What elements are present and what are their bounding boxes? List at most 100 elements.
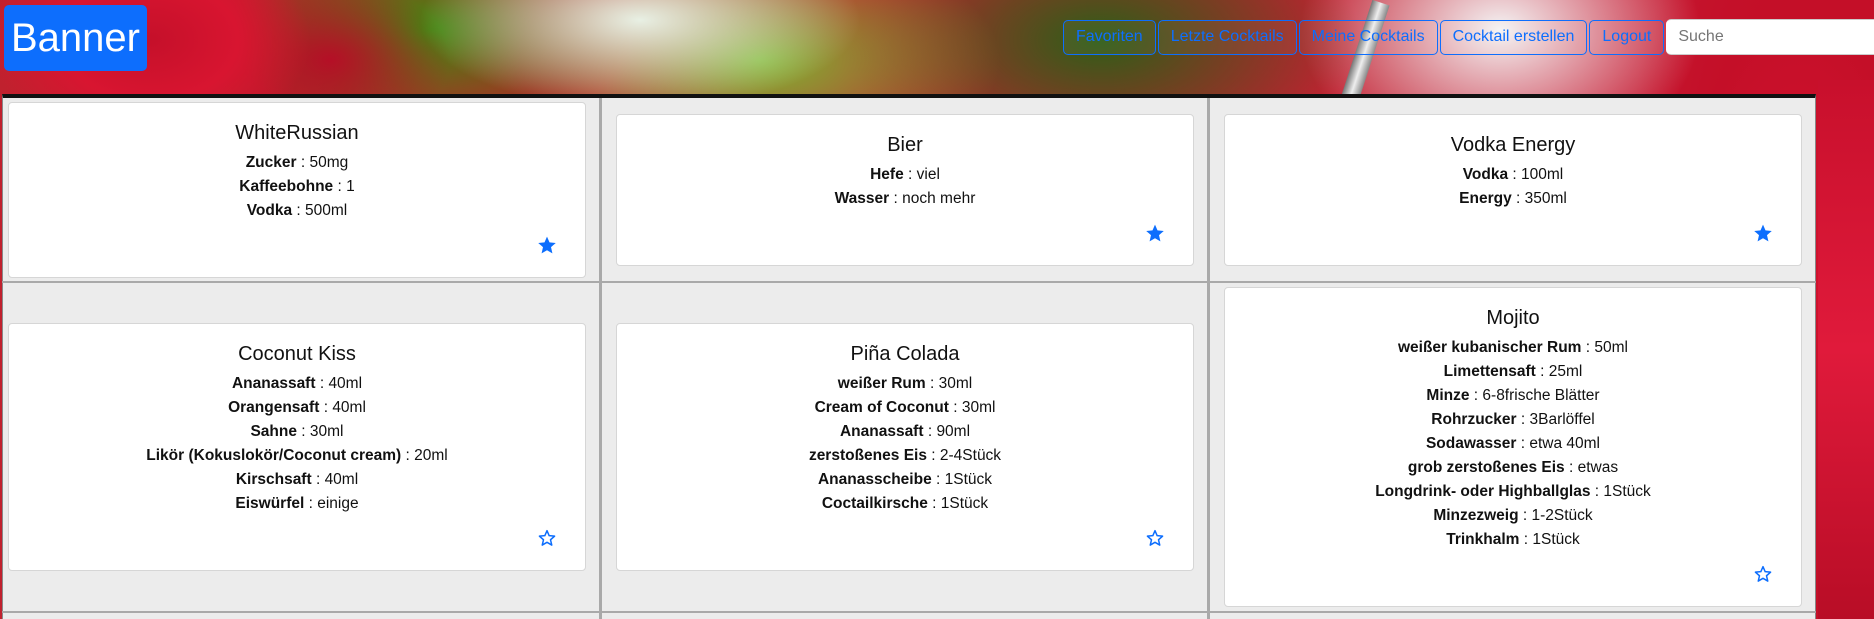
ingredient-line: Eiswürfel : einige (9, 492, 585, 516)
ingredient-line: zerstoßenes Eis : 2-4Stück (617, 444, 1193, 468)
my-cocktails-button[interactable]: Meine Cocktails (1298, 19, 1438, 55)
ingredient-separator: : (1535, 363, 1549, 380)
star-outline-icon[interactable] (1145, 528, 1165, 548)
ingredient-separator: : (927, 495, 941, 512)
ingredient-name: Ananasscheibe (817, 471, 932, 488)
ingredient-amount: 6-8frische Blätter (1482, 387, 1600, 404)
ingredient-separator: : (903, 166, 917, 183)
ingredient-list: weißer Rum : 30ml Cream of Coconut : 30ml… (617, 372, 1193, 516)
ingredient-line: weißer kubanischer Rum : 50ml (1225, 336, 1801, 360)
ingredient-name: Coctailkirsche (821, 495, 928, 512)
ingredient-line: grob zerstoßenes Eis : etwas (1225, 456, 1801, 480)
search-input[interactable] (1666, 19, 1874, 55)
cocktail-card[interactable]: Vodka Energy Vodka : 100ml Energy : 350ml (1224, 114, 1802, 266)
ingredient-separator: : (333, 178, 347, 195)
ingredient-line: Energy : 350ml (1225, 187, 1801, 211)
cocktail-card[interactable]: Mojito weißer kubanischer Rum : 50ml Lime… (1224, 287, 1802, 607)
ingredient-separator: : (1518, 507, 1532, 524)
ingredient-line: Rohrzucker : 3Barlöffel (1225, 408, 1801, 432)
cocktail-title: Mojito (1486, 307, 1540, 329)
ingredient-name: Ananassaft (231, 375, 316, 392)
ingredient-amount: 25ml (1548, 363, 1583, 380)
ingredient-amount: 3Barlöffel (1529, 411, 1595, 428)
ingredient-line: Vodka : 500ml (9, 199, 585, 223)
create-cocktail-button[interactable]: Cocktail erstellen (1439, 19, 1588, 55)
ingredient-amount: 1Stück (940, 495, 989, 512)
ingredient-name: grob zerstoßenes Eis (1407, 459, 1565, 476)
logout-button[interactable]: Logout (1589, 19, 1665, 55)
ingredient-name: Limettensaft (1443, 363, 1536, 380)
ingredient-separator: : (311, 471, 325, 488)
cocktail-title: WhiteRussian (235, 122, 359, 144)
ingredient-line: Limettensaft : 25ml (1225, 360, 1801, 384)
ingredient-name: Vodka (246, 202, 293, 219)
ingredient-line: Ananassaft : 90ml (617, 420, 1193, 444)
ingredient-name: Energy (1459, 190, 1512, 207)
cocktail-card[interactable]: Coconut Kiss Ananassaft : 40ml Orangensaf… (8, 323, 586, 571)
grid-divider (599, 98, 602, 619)
ingredient-separator: : (296, 423, 310, 440)
star-outline-icon[interactable] (1753, 564, 1773, 584)
star-filled-icon[interactable] (537, 235, 557, 255)
ingredient-name: Longdrink- oder Highballglas (1375, 483, 1591, 500)
favorites-button[interactable]: Favoriten (1063, 19, 1156, 55)
ingredient-line: Wasser : noch mehr (617, 187, 1193, 211)
ingredient-name: Vodka (1462, 166, 1509, 183)
ingredient-amount: 1Stück (1603, 483, 1651, 500)
ingredient-amount: 40ml (332, 399, 366, 416)
ingredient-list: weißer kubanischer Rum : 50ml Limettensaf… (1225, 336, 1801, 552)
ingredient-amount: 40ml (324, 471, 359, 488)
ingredient-name: Trinkhalm (1446, 531, 1520, 548)
ingredient-separator: : (292, 202, 306, 219)
ingredient-line: Kirschsaft : 40ml (9, 468, 585, 492)
ingredient-amount: 40ml (328, 375, 363, 392)
ingredient-amount: 30ml (938, 375, 973, 392)
ingredient-name: Likör (Kokuslokör/Coconut cream) (146, 447, 402, 464)
ingredient-name: Hefe (870, 166, 904, 183)
ingredient-line: Ananassaft : 40ml (9, 372, 585, 396)
ingredient-name: Minze (1426, 387, 1470, 404)
ingredient-name: Cream of Coconut (814, 399, 949, 416)
grid-divider (1207, 98, 1210, 619)
ingredient-name: Kirschsaft (235, 471, 312, 488)
grid-divider (2, 611, 1816, 613)
ingredient-line: Ananasscheibe : 1Stück (617, 468, 1193, 492)
ingredient-separator: : (1516, 435, 1530, 452)
star-filled-icon[interactable] (1753, 223, 1773, 243)
ingredient-separator: : (1469, 387, 1483, 404)
ingredient-name: Minzezweig (1433, 507, 1519, 524)
ingredient-line: Vodka : 100ml (1225, 163, 1801, 187)
ingredient-list: Zucker : 50mg Kaffeebohne : 1 Vodka : 500m… (9, 151, 585, 223)
recent-cocktails-button[interactable]: Letzte Cocktails (1157, 19, 1297, 55)
star-filled-icon[interactable] (1145, 223, 1165, 243)
ingredient-amount: 1 (346, 178, 355, 195)
ingredient-separator: : (304, 495, 318, 512)
ingredient-amount: 1-2Stück (1531, 507, 1593, 524)
ingredient-line: Longdrink- oder Highballglas : 1Stück (1225, 480, 1801, 504)
cocktail-title: Coconut Kiss (238, 343, 356, 365)
ingredient-amount: 50mg (309, 154, 349, 171)
ingredient-amount: etwa 40ml (1529, 435, 1601, 452)
ingredient-line: Sodawasser : etwa 40ml (1225, 432, 1801, 456)
star-outline-icon[interactable] (537, 528, 557, 548)
cocktail-card[interactable]: Piña Colada weißer Rum : 30ml Cream of Co… (616, 323, 1194, 571)
ingredient-line: Minzezweig : 1-2Stück (1225, 504, 1801, 528)
cocktail-title: Vodka Energy (1450, 134, 1576, 156)
cocktail-card[interactable]: Bier Hefe : viel Wasser : noch mehr (616, 114, 1194, 266)
cocktail-card[interactable]: WhiteRussian Zucker : 50mg Kaffeebohne : … (8, 102, 586, 278)
ingredient-amount: 90ml (936, 423, 971, 440)
top-navigation: Favoriten Letzte Cocktails Meine Cocktai… (1063, 19, 1874, 55)
ingredient-amount: etwas (1577, 459, 1619, 476)
ingredient-amount: 50ml (1594, 339, 1628, 356)
flower-decoration (1818, 80, 1874, 619)
banner-logo[interactable]: Banner (4, 5, 147, 71)
ingredient-amount: 20ml (414, 447, 448, 464)
ingredient-line: Likör (Kokuslokör/Coconut cream) : 20ml (9, 444, 585, 468)
ingredient-name: Zucker (245, 154, 297, 171)
ingredient-line: Coctailkirsche : 1Stück (617, 492, 1193, 516)
ingredient-separator: : (315, 375, 329, 392)
ingredient-line: weißer Rum : 30ml (617, 372, 1193, 396)
ingredient-name: weißer Rum (837, 375, 926, 392)
ingredient-amount: 30ml (309, 423, 344, 440)
ingredient-line: Cream of Coconut : 30ml (617, 396, 1193, 420)
